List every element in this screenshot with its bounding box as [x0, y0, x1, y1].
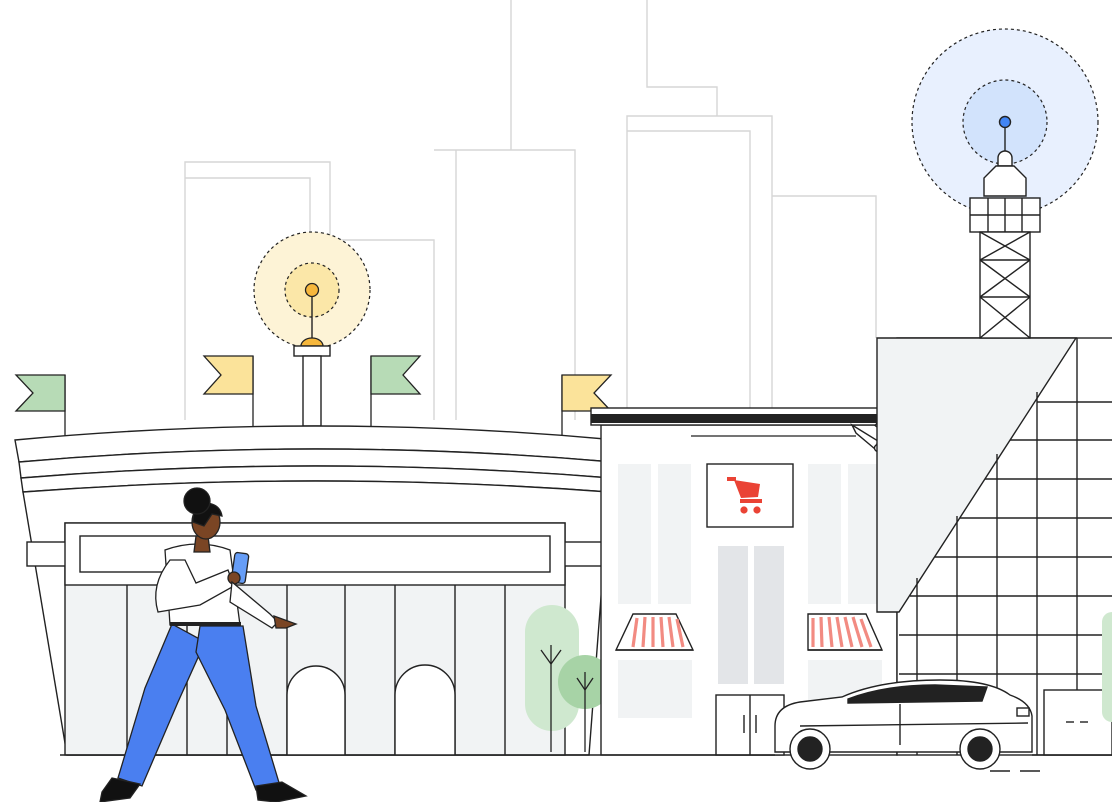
- ground: [60, 754, 1112, 772]
- flag-green-left: [14, 374, 66, 440]
- flag-green-right: [370, 355, 422, 428]
- cell-tower-icon: [911, 28, 1099, 339]
- city-illustration: [14, 0, 1112, 802]
- flag-yellow-left: [202, 355, 254, 428]
- wifi-beacon-icon: [253, 231, 371, 427]
- background-skyline: [184, 0, 877, 420]
